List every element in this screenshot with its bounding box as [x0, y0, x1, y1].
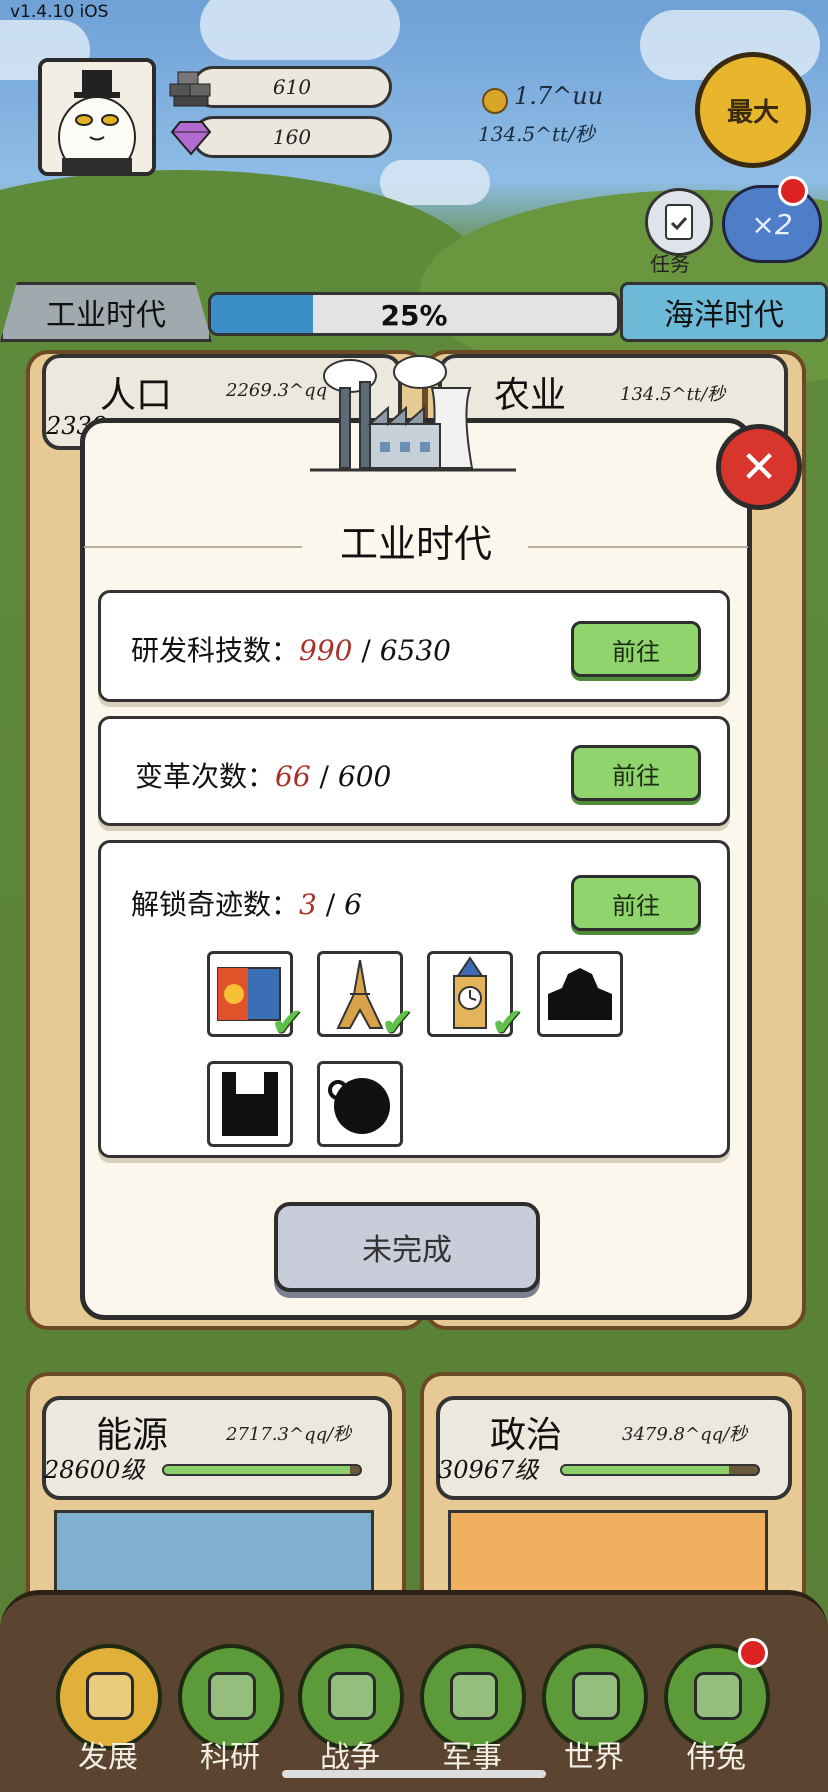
incomplete-status-button[interactable]: 未完成 [274, 1202, 540, 1292]
requirement-current: 3 [299, 888, 317, 921]
close-icon: ✕ [740, 441, 778, 493]
incomplete-status-label: 未完成 [362, 1233, 452, 1268]
go-button[interactable]: 前往 [571, 745, 701, 801]
requirement-reform-count: 变革次数：66 / 600 前往 [98, 716, 730, 826]
locked-building-icon [548, 968, 612, 1020]
requirement-separator: / [310, 760, 338, 793]
go-button-label: 前往 [612, 761, 660, 790]
requirement-separator: / [316, 888, 345, 921]
go-button[interactable]: 前往 [571, 875, 701, 931]
close-button[interactable]: ✕ [716, 424, 802, 510]
requirement-label: 变革次数： [135, 760, 276, 793]
wonder-slot[interactable] [317, 1061, 403, 1147]
factory-icon [310, 352, 516, 480]
requirement-wonder-count: 解锁奇迹数：3 / 6 前往 ✔ ✔ ✔ [98, 840, 730, 1158]
checkmark-icon: ✔ [380, 1000, 414, 1046]
requirement-current: 990 [299, 634, 353, 667]
requirement-total: 6530 [379, 634, 451, 667]
go-button-label: 前往 [612, 637, 660, 666]
requirement-label: 解锁奇迹数： [131, 888, 300, 921]
requirement-total: 600 [337, 760, 392, 793]
wonder-slot[interactable]: ✔ [207, 951, 304, 1046]
locked-sphere-icon [328, 1078, 390, 1134]
requirement-label: 研发科技数： [131, 634, 300, 667]
locked-tower-icon [222, 1072, 278, 1136]
wonder-slot[interactable] [207, 1061, 293, 1147]
requirement-tech-count: 研发科技数：990 / 6530 前往 [98, 590, 730, 702]
requirement-total: 6 [344, 888, 362, 921]
go-button-label: 前往 [612, 891, 660, 920]
dialog-title: 工业时代 [339, 522, 492, 566]
home-indicator [282, 1770, 546, 1778]
checkmark-icon: ✔ [490, 1000, 524, 1046]
requirement-separator: / [352, 634, 380, 667]
wonder-slot[interactable] [537, 951, 623, 1037]
wonder-slot[interactable]: ✔ [317, 951, 414, 1046]
go-button[interactable]: 前往 [571, 621, 701, 677]
checkmark-icon: ✔ [270, 1000, 304, 1046]
wonder-slot[interactable]: ✔ [427, 951, 524, 1046]
requirement-current: 66 [275, 760, 311, 793]
